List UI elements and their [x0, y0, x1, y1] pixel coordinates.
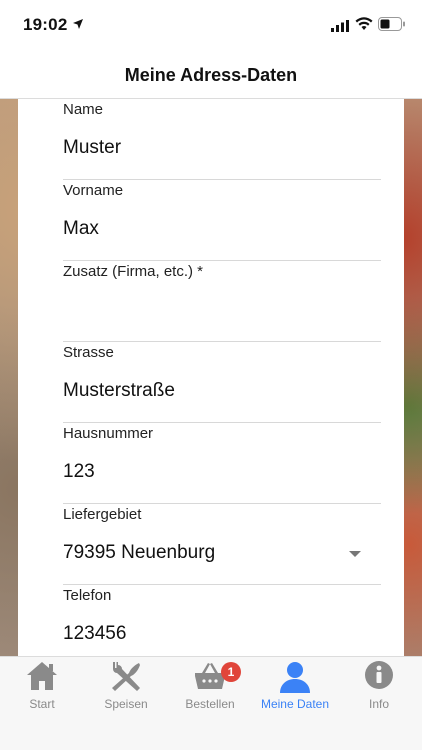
telefon-input[interactable]: 123456 — [63, 623, 126, 645]
telefon-label: Telefon — [63, 587, 112, 604]
battery-icon — [378, 17, 405, 31]
info-icon — [365, 661, 393, 689]
strasse-field[interactable]: Strasse Musterstraße — [63, 342, 381, 423]
zusatz-label: Zusatz (Firma, etc.) * — [63, 263, 204, 280]
strasse-label: Strasse — [63, 344, 114, 361]
tab-meine-daten[interactable]: Meine Daten — [253, 657, 337, 717]
tab-bar: Start Speisen 1 Bestellen Meine Daten In… — [0, 656, 422, 750]
tab-speisen[interactable]: Speisen — [84, 657, 168, 717]
tab-speisen-label: Speisen — [104, 697, 148, 711]
person-icon — [280, 662, 310, 693]
dropdown-caret-icon[interactable] — [349, 551, 361, 557]
tab-bestellen[interactable]: 1 Bestellen — [168, 657, 252, 717]
telefon-field[interactable]: Telefon 123456 — [63, 585, 381, 656]
zusatz-field[interactable]: Zusatz (Firma, etc.) * — [63, 261, 381, 342]
page-title: Meine Adress-Daten — [124, 65, 298, 85]
wifi-icon — [355, 17, 373, 30]
name-field[interactable]: Name Muster — [63, 99, 381, 180]
tab-start-label: Start — [29, 697, 55, 711]
home-icon — [27, 662, 57, 690]
liefergebiet-field[interactable]: Liefergebiet 79395 Neuenburg — [63, 504, 381, 585]
tab-start[interactable]: Start — [0, 657, 84, 717]
fork-knife-icon — [112, 662, 140, 691]
nav-bar: Meine Adress-Daten — [0, 50, 422, 99]
tab-info[interactable]: Info — [337, 657, 421, 717]
name-label: Name — [63, 101, 104, 118]
status-time: 19:02 — [23, 15, 68, 34]
tab-meine-daten-label: Meine Daten — [260, 697, 330, 711]
hausnummer-label: Hausnummer — [63, 425, 154, 442]
name-input[interactable]: Muster — [63, 137, 121, 159]
tab-bestellen-label: Bestellen — [185, 697, 235, 711]
signal-icon — [331, 20, 349, 32]
hausnummer-field[interactable]: Hausnummer 123 — [63, 423, 381, 504]
strasse-input[interactable]: Musterstraße — [63, 380, 175, 402]
address-form: Name Muster Vorname Max Zusatz (Firma, e… — [18, 99, 404, 656]
hausnummer-input[interactable]: 123 — [63, 461, 95, 483]
liefergebiet-select[interactable]: 79395 Neuenburg — [63, 542, 215, 564]
vorname-input[interactable]: Max — [63, 218, 99, 240]
cart-count-badge: 1 — [221, 662, 241, 682]
location-arrow-icon — [73, 19, 83, 29]
status-bar: 19:02 — [0, 0, 422, 50]
vorname-label: Vorname — [63, 182, 124, 199]
liefergebiet-label: Liefergebiet — [63, 506, 142, 523]
tab-info-label: Info — [368, 697, 389, 711]
vorname-field[interactable]: Vorname Max — [63, 180, 381, 261]
